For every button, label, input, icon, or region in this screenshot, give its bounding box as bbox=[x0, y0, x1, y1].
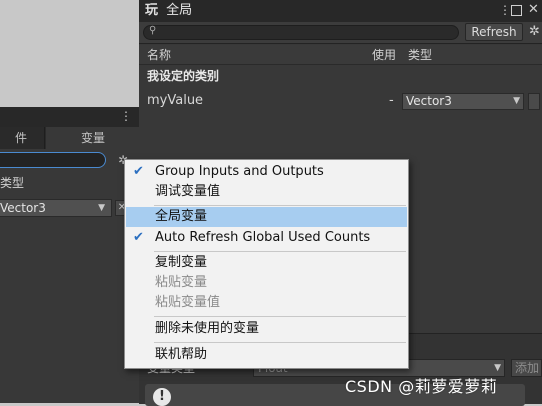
left-search-input[interactable] bbox=[0, 152, 106, 168]
menu-separator bbox=[154, 316, 406, 317]
more-options-icon[interactable]: ⋮ bbox=[120, 109, 132, 123]
variable-type-dropdown[interactable]: Vector3 ▼ bbox=[402, 93, 524, 110]
menu-item-auto-refresh[interactable]: ✔ Auto Refresh Global Used Counts bbox=[126, 228, 407, 248]
checkmark-icon: ✔ bbox=[133, 230, 144, 245]
menu-item-label: 粘贴变量值 bbox=[155, 295, 221, 310]
column-header-row: 名称 使用 类型 bbox=[139, 45, 542, 65]
menu-item-online-help[interactable]: 联机帮助 bbox=[126, 345, 407, 365]
tab-components[interactable]: 件 bbox=[0, 127, 42, 149]
menu-item-label: 复制变量 bbox=[155, 255, 208, 270]
left-tabs: 件 变量 bbox=[0, 127, 140, 149]
close-icon[interactable]: ✕ bbox=[528, 2, 539, 17]
main-titlebar: 玩 全局 ⋮ ✕ bbox=[139, 0, 542, 22]
more-options-icon[interactable]: ⋮ bbox=[499, 3, 511, 17]
menu-item-label: 调试变量值 bbox=[155, 184, 221, 199]
column-type[interactable]: 类型 bbox=[408, 45, 432, 65]
left-titlebar: ⋮ bbox=[0, 107, 140, 127]
context-menu: ✔ Group Inputs and Outputs 调试变量值 全局变量 ✔ … bbox=[124, 159, 409, 369]
menu-item-label: Auto Refresh Global Used Counts bbox=[155, 230, 371, 245]
menu-item-label: 联机帮助 bbox=[155, 347, 208, 362]
menu-item-global-variables[interactable]: 全局变量 bbox=[126, 207, 407, 227]
variable-row[interactable]: myValue - Vector3 ▼ bbox=[139, 90, 542, 112]
maximize-icon[interactable] bbox=[511, 5, 522, 16]
menu-item-paste-values: 粘贴变量值 bbox=[126, 293, 407, 313]
variable-used-count: - bbox=[389, 93, 394, 108]
refresh-button[interactable]: Refresh bbox=[465, 23, 523, 41]
search-input[interactable]: ⚲ bbox=[143, 25, 459, 40]
chevron-down-icon: ▼ bbox=[98, 203, 105, 213]
tab-global[interactable]: 玩 全局 bbox=[145, 0, 192, 22]
left-type-header: 类型 bbox=[0, 174, 140, 192]
menu-item-copy-variables[interactable]: 复制变量 bbox=[126, 253, 407, 273]
menu-separator bbox=[154, 251, 406, 252]
variable-type-value: Vector3 bbox=[406, 94, 452, 108]
menu-item-paste-variables: 粘贴变量 bbox=[126, 273, 407, 293]
settings-gear-icon[interactable]: ✲ bbox=[529, 24, 540, 39]
menu-item-label: 全局变量 bbox=[155, 209, 208, 224]
left-type-value: Vector3 bbox=[0, 201, 46, 215]
playmaker-icon: 玩 bbox=[145, 3, 159, 18]
menu-item-debug-values[interactable]: 调试变量值 bbox=[126, 182, 407, 202]
menu-separator bbox=[154, 342, 406, 343]
menu-item-label: 删除未使用的变量 bbox=[155, 321, 260, 336]
variable-menu-button[interactable] bbox=[528, 93, 540, 110]
menu-separator bbox=[154, 205, 406, 206]
watermark: CSDN @莉萝爱萝莉 bbox=[345, 377, 498, 396]
tab-divider bbox=[44, 127, 45, 149]
column-used[interactable]: 使用 bbox=[372, 45, 396, 65]
category-label: 我设定的类别 bbox=[147, 69, 220, 83]
chevron-down-icon: ▼ bbox=[513, 96, 520, 106]
menu-item-label: 粘贴变量 bbox=[155, 275, 208, 290]
left-type-label: 类型 bbox=[0, 176, 25, 190]
info-icon: ! bbox=[153, 388, 171, 406]
variable-name[interactable]: myValue bbox=[147, 90, 203, 112]
category-row: 我设定的类别 bbox=[139, 66, 542, 86]
tab-global-label: 全局 bbox=[166, 3, 193, 18]
menu-item-label: Group Inputs and Outputs bbox=[155, 164, 324, 179]
left-type-dropdown[interactable]: Vector3 ▼ bbox=[0, 199, 112, 217]
left-panel: ⋮ 件 变量 ✲ 类型 Vector3 ▼ ✕ bbox=[0, 107, 140, 403]
column-name[interactable]: 名称 bbox=[147, 45, 171, 65]
menu-item-group-inputs-outputs[interactable]: ✔ Group Inputs and Outputs bbox=[126, 162, 407, 182]
menu-item-delete-unused[interactable]: 删除未使用的变量 bbox=[126, 319, 407, 339]
main-toolbar: ⚲ Refresh ✲ bbox=[139, 22, 542, 44]
add-variable-label: 添加 bbox=[515, 361, 540, 375]
checkmark-icon: ✔ bbox=[133, 164, 144, 179]
add-variable-button[interactable]: 添加 bbox=[511, 359, 542, 377]
tab-variables[interactable]: 变量 bbox=[46, 127, 140, 149]
search-icon: ⚲ bbox=[149, 25, 157, 36]
